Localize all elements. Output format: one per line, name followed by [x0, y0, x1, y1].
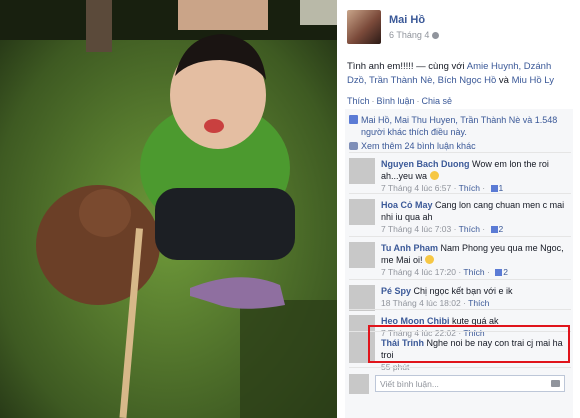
likes-text[interactable]: Mai Hồ, Mai Thu Huyen, Trần Thành Nè và …: [361, 115, 557, 137]
comment-item: Nguyen Bach Duong Wow em lon the roi ah.…: [349, 152, 571, 193]
comment-like-link[interactable]: Thích: [463, 267, 484, 277]
share-link[interactable]: Chia sẻ: [422, 96, 453, 106]
photo-illustration: [0, 0, 337, 418]
commenter-avatar[interactable]: [349, 158, 375, 184]
comment-author[interactable]: Pé Spy: [381, 286, 411, 296]
commenter-avatar[interactable]: [349, 285, 375, 311]
author-avatar[interactable]: [347, 10, 381, 44]
comment-time[interactable]: 18 Tháng 4 lúc 18:02: [381, 298, 461, 308]
comment-item: Hoa Cỏ May Cang lon cang chuan men c mai…: [349, 193, 571, 236]
tagged-friend-last[interactable]: Miu Hồ Ly: [512, 75, 554, 86]
globe-icon: [432, 31, 440, 39]
thumbs-up-icon: [349, 115, 358, 124]
action-separator: ·: [416, 96, 420, 106]
smiley-icon: [425, 255, 435, 264]
comment-composer: Viết bình luận...: [349, 367, 571, 398]
post-time-text[interactable]: 6 Tháng 4: [389, 30, 429, 40]
comment-body: Tu Anh Pham Nam Phong yeu qua me Ngoc, m…: [381, 242, 569, 278]
screenshot: Mai Hồ 6 Tháng 4 Tình anh em!!!!! — cùng…: [0, 0, 580, 418]
comment-item: Tu Anh Pham Nam Phong yeu qua me Ngoc, m…: [349, 236, 571, 279]
comment-bubble-icon: [349, 142, 358, 150]
comment-body: Hoa Cỏ May Cang lon cang chuan men c mai…: [381, 199, 569, 235]
comment-like-link[interactable]: Thích: [459, 224, 480, 234]
comment-author[interactable]: Tu Anh Pham: [381, 243, 438, 253]
viewer-avatar: [349, 374, 369, 394]
comment-meta: 7 Tháng 4 lúc 7:03 · Thích · 2: [381, 224, 504, 234]
comment-meta: 18 Tháng 4 lúc 18:02 · Thích: [381, 298, 490, 308]
like-link[interactable]: Thích: [347, 96, 370, 106]
comment-author[interactable]: Nguyen Bach Duong: [381, 159, 470, 169]
caption-and: và: [496, 75, 512, 86]
thumbs-up-icon: [490, 185, 498, 192]
smiley-icon: [429, 171, 439, 180]
feedback-section: Mai Hồ, Mai Thu Huyen, Trần Thành Nè và …: [345, 109, 573, 418]
action-separator: ·: [371, 96, 375, 106]
comment-like-link[interactable]: Thích: [468, 298, 489, 308]
more-comments-text[interactable]: Xem thêm 24 bình luận khác: [361, 141, 476, 151]
comment-author[interactable]: Hoa Cỏ May: [381, 200, 433, 210]
comment-link[interactable]: Bình luận: [377, 96, 415, 106]
post-photo[interactable]: [0, 0, 337, 418]
comment-input-placeholder: Viết bình luận...: [380, 379, 439, 389]
comment-time[interactable]: 7 Tháng 4 lúc 17:20: [381, 267, 456, 277]
likes-summary[interactable]: Mai Hồ, Mai Thu Huyen, Trần Thành Nè và …: [349, 114, 580, 138]
camera-icon[interactable]: [551, 380, 560, 387]
comment-like-count[interactable]: 2: [503, 267, 508, 277]
comment-meta: 7 Tháng 4 lúc 6:57 · Thích · 1: [381, 183, 504, 193]
author-name[interactable]: Mai Hồ: [389, 14, 425, 26]
comment-body: Pé Spy Chị ngọc kết bạn với e ik 18 Thán…: [381, 285, 569, 309]
comment-time[interactable]: 7 Tháng 4 lúc 6:57: [381, 183, 451, 193]
comment-time[interactable]: 7 Tháng 4 lúc 7:03: [381, 224, 451, 234]
commenter-avatar[interactable]: [349, 199, 375, 225]
post-caption: Tình anh em!!!!! — cùng với Amie Huynh, …: [347, 60, 573, 88]
commenter-avatar[interactable]: [349, 242, 375, 268]
caption-text: Tình anh em!!!!! — cùng với: [347, 61, 467, 72]
thumbs-up-icon: [495, 269, 503, 276]
post-actions: Thích · Bình luận · Chia sẻ: [347, 96, 452, 106]
comment-like-count[interactable]: 1: [499, 183, 504, 193]
comment-body: Nguyen Bach Duong Wow em lon the roi ah.…: [381, 158, 569, 194]
thumbs-up-icon: [490, 226, 498, 233]
comment-item: Pé Spy Chị ngọc kết bạn với e ik 18 Thán…: [349, 279, 571, 311]
post-timestamp[interactable]: 6 Tháng 4: [389, 30, 440, 40]
comment-like-link[interactable]: Thích: [459, 183, 480, 193]
post-header: Mai Hồ 6 Tháng 4: [347, 10, 572, 50]
comment-meta: 7 Tháng 4 lúc 17:20 · Thích · 2: [381, 267, 508, 277]
comment-like-count[interactable]: 2: [499, 224, 504, 234]
highlight-box: [368, 325, 570, 363]
comment-text: Chị ngọc kết bạn với e ik: [413, 286, 513, 296]
comment-input[interactable]: Viết bình luận...: [375, 375, 565, 392]
view-more-comments[interactable]: Xem thêm 24 bình luận khác: [349, 141, 476, 151]
